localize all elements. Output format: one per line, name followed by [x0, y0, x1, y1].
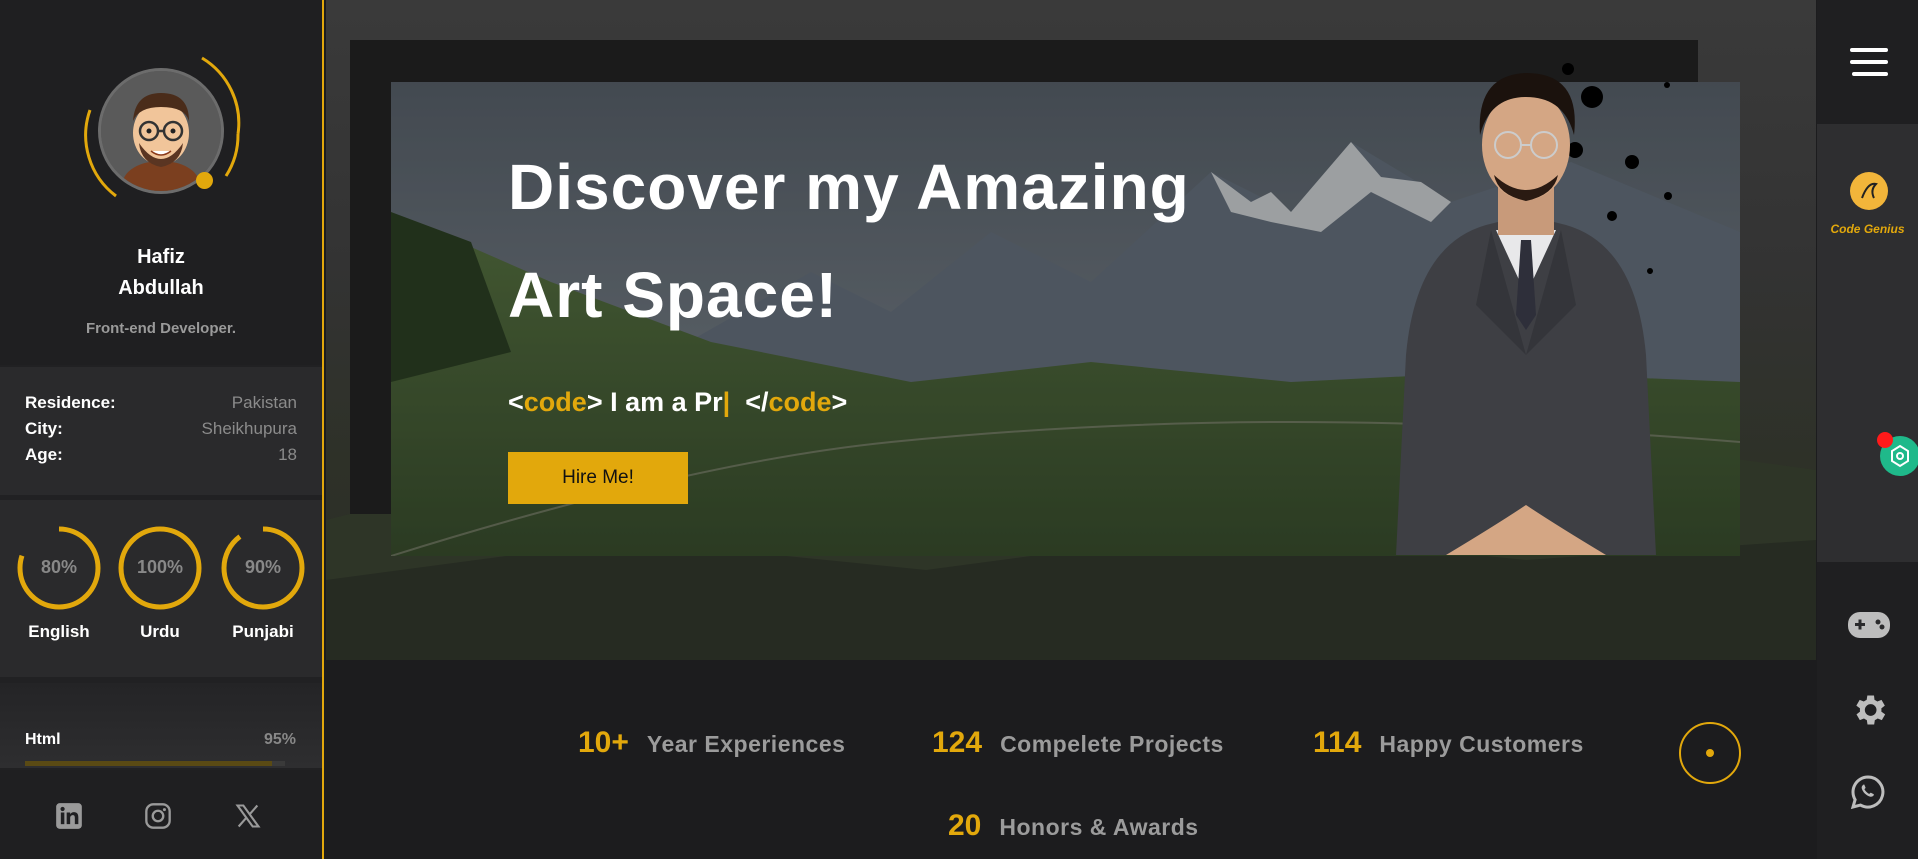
- instagram-icon[interactable]: [144, 802, 172, 830]
- info-label: Residence:: [25, 393, 116, 412]
- hero-title-line1: Discover my Amazing: [508, 151, 1190, 223]
- rail-actions: [1817, 562, 1918, 859]
- whatsapp-icon[interactable]: [1850, 774, 1886, 810]
- portrait-image: [1396, 73, 1656, 555]
- language-percent: 80%: [40, 557, 78, 577]
- rail-brand-section: Code Genius: [1817, 124, 1918, 562]
- stat-number: 10+: [578, 726, 629, 759]
- hire-me-button[interactable]: Hire Me!: [508, 452, 688, 504]
- brand-name: Code Genius: [1830, 222, 1905, 236]
- profile-role: Front-end Developer.: [85, 320, 237, 337]
- scroll-indicator-button[interactable]: [1679, 722, 1741, 784]
- stat-number: 114: [1313, 726, 1362, 759]
- stats-section: 10+ Year Experiences 124 Compelete Project…: [326, 660, 1816, 859]
- typed-text: I am a Pr: [610, 387, 723, 417]
- skill-percent: 95%: [263, 731, 296, 748]
- gamepad-icon[interactable]: [1847, 610, 1891, 640]
- brand-logo-icon[interactable]: [1850, 172, 1888, 210]
- stat-customers: 114 Happy Customers: [1313, 726, 1584, 760]
- language-urdu: 100% Urdu: [115, 524, 205, 642]
- sidebar: Hafiz Abdullah Front-end Developer. Resi…: [0, 0, 324, 859]
- stat-label: Year Experiences: [646, 731, 846, 757]
- notification-dot: [1877, 432, 1893, 448]
- code-bracket: >: [586, 387, 611, 417]
- info-row-residence: Residence: Pakistan: [25, 393, 297, 417]
- code-bracket: <: [508, 387, 524, 417]
- skill-bar: [25, 761, 285, 766]
- language-punjabi: 90% Punjabi: [218, 524, 308, 642]
- skill-name: Html: [25, 731, 61, 748]
- x-icon[interactable]: [234, 802, 262, 830]
- code-tag-open: code: [523, 387, 587, 417]
- stat-label: Compelete Projects: [1000, 731, 1224, 757]
- info-row-age: Age: 18: [25, 445, 297, 469]
- info-value: Sheikhupura: [201, 419, 297, 438]
- linkedin-icon[interactable]: [55, 802, 83, 830]
- typing-cursor: |: [722, 387, 731, 417]
- language-english: 80% English: [14, 524, 104, 642]
- gear-icon[interactable]: [1849, 690, 1889, 730]
- info-label: Age:: [25, 445, 63, 464]
- rail-header: [1817, 0, 1918, 124]
- profile-card: Hafiz Abdullah Front-end Developer.: [0, 0, 322, 365]
- stat-number: 124: [932, 726, 983, 759]
- stat-label: Happy Customers: [1379, 731, 1584, 757]
- languages-panel: 80% English 100% Urdu 90% Punjabi: [0, 500, 322, 677]
- info-value: 18: [278, 445, 297, 464]
- info-label: City:: [25, 419, 63, 438]
- language-name: Urdu: [140, 622, 180, 641]
- info-value: Pakistan: [231, 393, 297, 412]
- language-name: Punjabi: [232, 622, 294, 641]
- typed-code-line: <code> I am a Pr| </code>: [508, 387, 847, 418]
- right-rail: Code Genius: [1817, 0, 1918, 859]
- social-links: [0, 770, 322, 859]
- language-percent: 100%: [136, 557, 184, 577]
- code-tag-close: code: [768, 387, 832, 417]
- info-row-city: City: Sheikhupura: [25, 419, 297, 443]
- skill-bar-fill: [25, 761, 272, 766]
- profile-first-name: Hafiz: [137, 246, 185, 268]
- info-panel: Residence: Pakistan City: Sheikhupura Ag…: [0, 367, 322, 495]
- code-bracket: </: [737, 387, 769, 417]
- profile-last-name: Abdullah: [118, 277, 204, 299]
- stat-label: Honors & Awards: [999, 814, 1199, 840]
- stat-awards: 20 Honors & Awards: [948, 809, 1199, 843]
- status-dot: [196, 172, 213, 189]
- hero-title-line2: Art Space!: [508, 259, 839, 331]
- code-bracket: >: [831, 387, 848, 417]
- language-name: English: [28, 622, 90, 641]
- stat-projects: 124 Compelete Projects: [932, 726, 1224, 760]
- language-percent: 90%: [244, 557, 282, 577]
- stat-experience: 10+ Year Experiences: [578, 726, 845, 760]
- stat-number: 20: [948, 809, 982, 842]
- menu-icon[interactable]: [1817, 0, 1918, 124]
- main-content: Discover my Amazing Art Space! <code> I …: [326, 0, 1816, 859]
- skills-panel[interactable]: Html 95%: [0, 683, 322, 768]
